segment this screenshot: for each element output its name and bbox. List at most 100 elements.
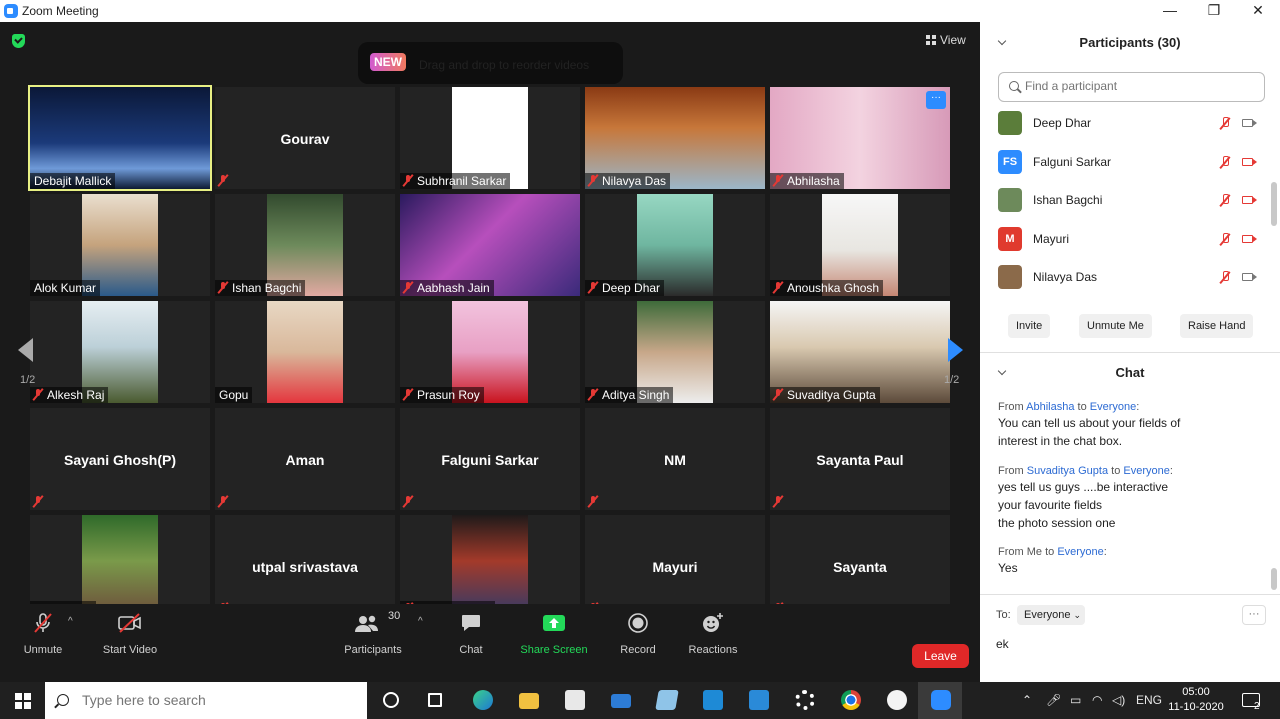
show-hidden-icons-icon[interactable]: ⌃ [1022, 693, 1032, 707]
windows-start-icon[interactable] [15, 693, 31, 709]
video-area: View NEW Drag and drop to reorder videos… [0, 22, 980, 682]
video-tile[interactable]: Prasun Roy [400, 301, 580, 403]
participant-name: Alkesh Raj [47, 388, 105, 402]
network-tray-icon[interactable]: ▭ [1070, 693, 1081, 707]
vscode-icon[interactable] [690, 682, 734, 719]
close-button[interactable]: ✕ [1236, 0, 1280, 22]
video-tile[interactable]: Gopu [215, 301, 395, 403]
video-tile[interactable]: Abhilasha ··· [770, 87, 950, 189]
sender-name[interactable]: Suvaditya Gupta [1027, 465, 1108, 477]
settings-gear-icon[interactable] [782, 682, 826, 719]
edge-browser-icon[interactable] [460, 682, 504, 719]
participant-row[interactable]: M Mayuri [998, 220, 1260, 258]
chat-button[interactable]: Chat [448, 604, 494, 656]
video-tile[interactable]: Suvaditya Gupta [770, 301, 950, 403]
video-tile[interactable]: Aditya Singh [585, 301, 765, 403]
video-tile[interactable]: Sayanta Paul [770, 408, 950, 510]
video-tile[interactable]: Aabhash Jain [400, 194, 580, 296]
view-button[interactable]: View [926, 33, 966, 47]
video-tile[interactable]: utpal srivastava [215, 515, 395, 617]
mail-icon[interactable] [598, 682, 642, 719]
encryption-shield-icon[interactable] [12, 34, 25, 48]
tile-more-options-icon[interactable]: ··· [926, 91, 946, 109]
chat-more-button[interactable]: ··· [1242, 605, 1266, 625]
video-tile[interactable]: Mayuri [585, 515, 765, 617]
start-video-button[interactable]: Start Video [100, 604, 160, 656]
video-tile[interactable]: Subhranil Sarkar [400, 87, 580, 189]
taskbar-search-input[interactable] [82, 692, 342, 708]
sender-name[interactable]: Abhilasha [1026, 401, 1074, 413]
task-view-icon[interactable] [412, 682, 456, 719]
previous-page-arrow-icon[interactable] [18, 338, 33, 362]
participant-search[interactable] [998, 72, 1265, 102]
unmute-me-button[interactable]: Unmute Me [1079, 314, 1152, 338]
video-tile[interactable]: Falguni Sarkar [400, 408, 580, 510]
recipient-name[interactable]: Everyone [1090, 401, 1136, 413]
participant-row[interactable]: Deep Dhar [998, 104, 1260, 142]
audio-options-caret-icon[interactable]: ^ [68, 616, 73, 627]
participant-row[interactable]: Ishan Bagchi [998, 181, 1260, 219]
video-tile[interactable]: Sayani Ghosh(P) [30, 408, 210, 510]
leave-button[interactable]: Leave [912, 644, 969, 668]
video-tile[interactable]: Deep Dhar [30, 515, 210, 617]
video-tile[interactable]: Alkesh Raj [30, 301, 210, 403]
zoom-taskbar-icon[interactable] [918, 682, 962, 719]
raise-hand-button[interactable]: Raise Hand [1180, 314, 1254, 338]
video-tile[interactable]: Debajit Mallick [28, 85, 212, 191]
unmute-button[interactable]: Unmute [22, 604, 64, 656]
next-page-arrow-icon[interactable] [948, 338, 963, 362]
share-screen-button[interactable]: Share Screen [520, 604, 588, 656]
participants-button[interactable]: 30 Participants [342, 604, 404, 656]
tile-name-label: Alkesh Raj [30, 387, 109, 403]
volume-tray-icon[interactable]: ◁) [1112, 693, 1125, 707]
video-tile[interactable]: Sayanta [770, 515, 950, 617]
app-icon[interactable] [644, 682, 688, 719]
participant-name: Ishan Bagchi [232, 281, 302, 295]
tile-name-label: Abhilasha [770, 173, 844, 189]
participant-row[interactable]: Nilavya Das [998, 258, 1260, 296]
participant-search-input[interactable] [1025, 79, 1255, 93]
chat-scrollbar[interactable] [1271, 568, 1277, 590]
recipient-name[interactable]: Everyone [1057, 546, 1103, 558]
video-tile[interactable]: Alok Kumar [30, 194, 210, 296]
chat-message: From Abhilasha to Everyone: You can tell … [998, 400, 1248, 450]
video-off-icon [117, 612, 143, 637]
windows-taskbar: ⌃ 🎤︎ ▭ ◠ ◁) ENG 05:00 11-10-2020 2 [0, 682, 1280, 719]
participants-scrollbar[interactable] [1271, 182, 1277, 226]
recipient-name[interactable]: Everyone [1123, 465, 1169, 477]
cortana-icon[interactable] [368, 682, 412, 719]
tile-name-label: Alok Kumar [30, 280, 101, 296]
microphone-tray-icon[interactable]: 🎤︎ [1046, 693, 1061, 707]
muted-mic-icon [219, 175, 227, 186]
video-tile[interactable]: Aman [215, 408, 395, 510]
invite-button[interactable]: Invite [1008, 314, 1051, 338]
chat-input[interactable]: ek [996, 637, 1009, 651]
video-tile[interactable]: Gourav [215, 87, 395, 189]
chrome-icon[interactable] [828, 682, 872, 719]
muted-mic-icon [1220, 271, 1230, 283]
recipient-dropdown[interactable]: Everyone ⌄ [1017, 605, 1085, 625]
tile-name-label: Gopu [215, 387, 253, 403]
video-tile[interactable]: Nilavya Das [585, 87, 765, 189]
language-indicator[interactable]: ENG [1136, 693, 1162, 707]
video-tile[interactable]: Deep Dhar [585, 194, 765, 296]
participant-name: Alok Kumar [34, 281, 97, 295]
participant-row[interactable]: FS Falguni Sarkar [998, 143, 1260, 181]
video-tile[interactable]: NM [585, 408, 765, 510]
paint-icon[interactable] [874, 682, 918, 719]
store-icon[interactable] [552, 682, 596, 719]
message-line: the photo session one [998, 516, 1116, 530]
reactions-button[interactable]: Reactions [686, 604, 740, 656]
video-tile[interactable]: Shweta Rashi [400, 515, 580, 617]
file-explorer-icon[interactable] [506, 682, 550, 719]
photos-icon[interactable] [736, 682, 780, 719]
participants-options-caret-icon[interactable]: ^ [418, 616, 423, 627]
maximize-button[interactable]: ❐ [1192, 0, 1236, 22]
video-tile[interactable]: Anoushka Ghosh [770, 194, 950, 296]
taskbar-search[interactable] [45, 682, 367, 719]
minimize-button[interactable]: — [1148, 0, 1192, 22]
record-button[interactable]: Record [616, 604, 660, 656]
taskbar-clock[interactable]: 05:00 11-10-2020 [1168, 685, 1224, 715]
video-tile[interactable]: Ishan Bagchi [215, 194, 395, 296]
wifi-tray-icon[interactable]: ◠ [1092, 693, 1102, 707]
